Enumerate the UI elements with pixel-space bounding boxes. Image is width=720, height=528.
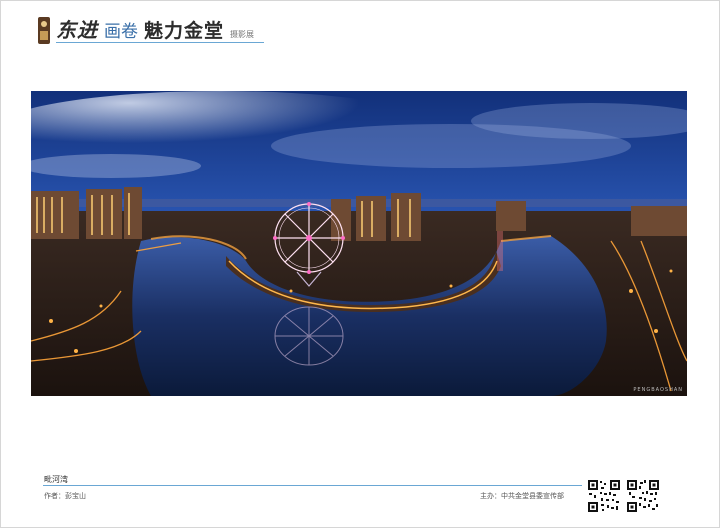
- title-mid-text: 画卷: [104, 22, 138, 42]
- panorama-illustration: [31, 91, 687, 396]
- photo-credit-mark: PENGBAOSHAN: [633, 387, 683, 393]
- qr-code-icon: [587, 479, 621, 513]
- exhibition-title: 东进 画卷 魅力金堂 摄影展: [56, 14, 254, 44]
- title-brush-text: 东进: [56, 18, 98, 42]
- title-underline: [56, 42, 264, 43]
- logo-seal-icon: [38, 17, 50, 44]
- title-tag: 摄影展: [230, 30, 255, 39]
- organizer-label: 主办：中共金堂县委宣传部: [480, 492, 564, 500]
- author-label: 作者：彭宝山: [44, 492, 86, 500]
- panorama-photo: PENGBAOSHAN: [31, 91, 687, 396]
- caption-underline: [43, 485, 582, 486]
- qr-code-icon: [626, 479, 660, 513]
- title-cap-text: 魅力金堂: [144, 20, 225, 42]
- caption-title: 毗河湾: [44, 475, 68, 484]
